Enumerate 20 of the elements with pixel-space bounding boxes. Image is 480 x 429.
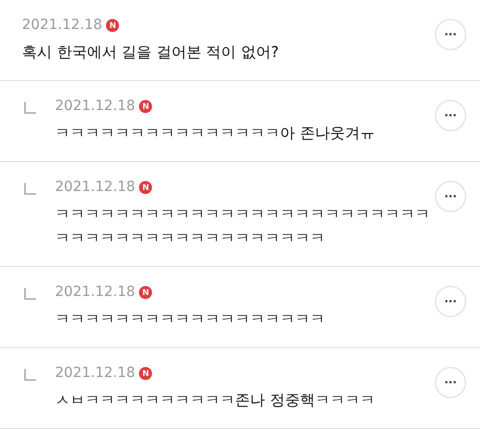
comment-text: ㅅㅂㅋㅋㅋㅋㅋㅋㅋㅋㅋㅋ존나 정중핵ㅋㅋㅋㅋ: [55, 390, 376, 411]
more-button[interactable]: ···: [435, 367, 466, 398]
comment-text: ㅋㅋㅋㅋㅋㅋㅋㅋㅋㅋㅋㅋㅋㅋㅋ아 존나웃겨ㅠ: [55, 123, 376, 144]
more-button[interactable]: ···: [435, 181, 466, 212]
new-badge: N: [139, 100, 152, 112]
comment-date: 2021.12.18: [55, 365, 136, 381]
comment-date: 2021.12.18: [55, 284, 136, 300]
new-badge: N: [139, 286, 152, 298]
comment-text: ㅋㅋㅋㅋㅋㅋㅋㅋㅋㅋㅋㅋㅋㅋㅋㅋㅋㅋㅋㅋㅋㅋㅋㅋㅋㅋㅋㅋㅋㅋㅋㅋㅋㅋㅋㅋㅋㅋㅋㅋㅋㅋㅋ: [55, 204, 431, 249]
new-badge: N: [106, 18, 120, 32]
comment-text: 혹시 한국에서 길을 걸어본 적이 없어?: [22, 42, 280, 63]
more-button[interactable]: ···: [435, 100, 466, 131]
comment-date: 2021.12.18: [55, 179, 136, 195]
new-badge: N: [139, 180, 152, 194]
comment-date: 2021.12.18: [22, 17, 102, 33]
more-button[interactable]: ···: [435, 286, 466, 317]
comment-date: 2021.12.18: [55, 98, 136, 114]
new-badge: N: [139, 366, 152, 380]
more-button[interactable]: ···: [435, 19, 466, 50]
comment-text: ㅋㅋㅋㅋㅋㅋㅋㅋㅋㅋㅋㅋㅋㅋㅋㅋㅋㅋ: [55, 309, 326, 330]
